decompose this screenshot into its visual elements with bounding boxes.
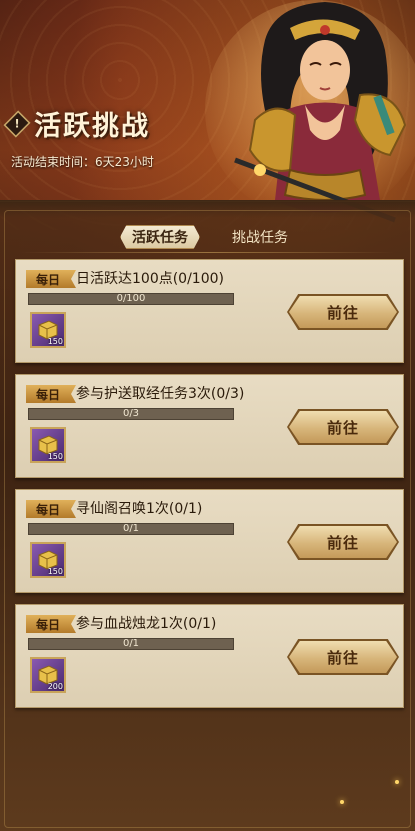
tab-challenge-tasks[interactable]: 挑战任务 bbox=[215, 225, 305, 249]
task-card: 每日 参与护送取经任务3次(0/3) 0/3 150 前往 bbox=[15, 374, 404, 478]
progress-text: 0/3 bbox=[122, 408, 140, 419]
event-end-time: 活动结束时间：6天23小时 bbox=[11, 155, 154, 169]
go-button[interactable]: 前往 bbox=[289, 526, 397, 558]
reward-item[interactable]: 150 bbox=[30, 542, 66, 578]
task-tabs: 活跃任务 挑战任务 bbox=[0, 225, 415, 251]
reward-item[interactable]: 150 bbox=[30, 312, 66, 348]
daily-tag: 每日 bbox=[26, 270, 76, 288]
task-card: 每日 寻仙阁召唤1次(0/1) 0/1 150 前往 bbox=[15, 489, 404, 593]
progress-text: 0/1 bbox=[122, 523, 140, 534]
task-card: 每日 日活跃达100点(0/100) 0/100 150 前往 bbox=[15, 259, 404, 363]
daily-tag: 每日 bbox=[26, 500, 76, 518]
task-title: 参与血战烛龙1次(0/1) bbox=[76, 616, 217, 632]
reward-item[interactable]: 200 bbox=[30, 657, 66, 693]
tab-active-tasks[interactable]: 活跃任务 bbox=[120, 225, 200, 249]
task-title: 参与护送取经任务3次(0/3) bbox=[76, 386, 245, 402]
tab-divider bbox=[20, 252, 395, 253]
page-title: ! 活跃挑战 bbox=[3, 104, 150, 143]
task-title: 寻仙阁召唤1次(0/1) bbox=[76, 501, 203, 517]
daily-tag: 每日 bbox=[26, 385, 76, 403]
reward-count: 150 bbox=[47, 337, 63, 346]
sparkle-decoration bbox=[340, 800, 344, 804]
progress-text: 0/1 bbox=[122, 638, 140, 649]
go-button[interactable]: 前往 bbox=[289, 296, 397, 328]
daily-tag: 每日 bbox=[26, 615, 76, 633]
reward-count: 200 bbox=[47, 682, 63, 691]
exclamation-badge-icon[interactable]: ! bbox=[3, 109, 31, 138]
task-title: 日活跃达100点(0/100) bbox=[76, 271, 224, 287]
reward-item[interactable]: 150 bbox=[30, 427, 66, 463]
go-button[interactable]: 前往 bbox=[289, 641, 397, 673]
go-button[interactable]: 前往 bbox=[289, 411, 397, 443]
sparkle-decoration bbox=[395, 780, 399, 784]
task-card: 每日 参与血战烛龙1次(0/1) 0/1 200 前往 bbox=[15, 604, 404, 708]
reward-count: 150 bbox=[47, 567, 63, 576]
page-title-text: 活跃挑战 bbox=[34, 111, 150, 142]
progress-text: 0/100 bbox=[116, 293, 146, 304]
reward-count: 150 bbox=[47, 452, 63, 461]
